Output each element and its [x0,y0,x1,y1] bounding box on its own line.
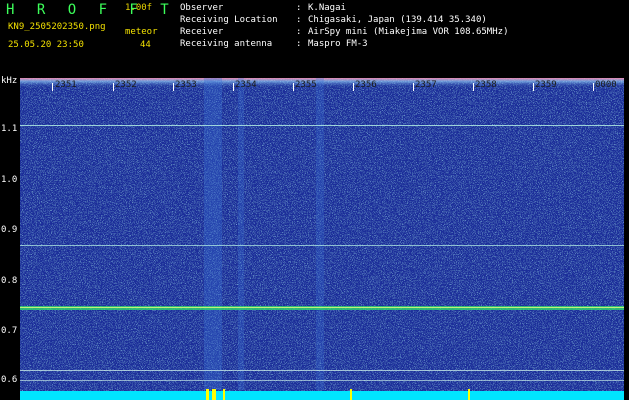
event-mark [206,389,209,400]
meta-label-observer: Observer [180,3,224,13]
x-tick [413,83,414,91]
file-name: KN9_2505202350.png [8,22,106,32]
x-tick [233,83,234,91]
x-tick [593,83,594,91]
meta-label-antenna: Receiving antenna [180,39,273,49]
vertical-streak [204,78,222,390]
meta-colon: : [296,39,302,49]
y-tick-label: 1.0 [1,175,18,185]
y-tick-label: 0.7 [1,326,18,336]
carrier-line-1.1khz [20,125,624,126]
y-tick-label: 1.1 [1,124,18,134]
meta-value-location: Chigasaki, Japan (139.414 35.340) [308,15,487,25]
carrier-line-0.62khz [20,370,624,371]
x-tick [173,83,174,91]
x-tick-label: 2357 [415,80,437,90]
meta-label-receiver: Receiver [180,27,224,37]
x-tick-label: 2356 [355,80,377,90]
bottom-status-bar [20,391,624,400]
meta-colon: : [296,15,302,25]
y-tick-label: 0.6 [1,375,18,385]
x-tick [113,83,114,91]
meta-value-receiver: AirSpy mini (Miakejima VOR 108.65MHz) [308,27,509,37]
x-tick-label: 0000 [595,80,617,90]
x-tick-label: 2351 [55,80,77,90]
x-tick [52,83,53,91]
event-mark [468,389,470,400]
x-tick-label: 2352 [115,80,137,90]
date-time: 25.05.20 23:50 [8,40,84,50]
meta-colon: : [296,27,302,37]
spectrogram-plot [20,78,624,400]
event-mark [223,389,225,400]
carrier-line-0.87khz [20,245,624,246]
meta-label-location: Receiving Location [180,15,278,25]
carrier-line-0.6khz [20,380,624,381]
app-version: 1.00f [125,3,153,13]
meta-value-observer: K.Nagai [308,3,346,13]
x-tick [533,83,534,91]
meteor-label: meteor [125,27,158,37]
event-mark [212,389,216,400]
x-tick-label: 2355 [295,80,317,90]
x-tick-label: 2359 [535,80,557,90]
x-tick [353,83,354,91]
meteor-count: 44 [140,40,151,50]
vertical-streak [238,78,244,390]
y-tick-label: 0.9 [1,225,18,235]
meta-colon: : [296,3,302,13]
x-tick-label: 2354 [235,80,257,90]
y-axis-unit: kHz [1,76,18,86]
x-tick-label: 2353 [175,80,197,90]
meta-value-antenna: Maspro FM-3 [308,39,368,49]
y-tick-label: 0.8 [1,276,18,286]
x-tick [293,83,294,91]
x-tick-label: 2358 [475,80,497,90]
event-mark [350,389,352,400]
vertical-streak [316,78,324,390]
signal-band-core [20,307,624,308]
header-panel: H R O F F T 1.00f KN9_2505202350.png 25.… [0,0,629,76]
x-tick [473,83,474,91]
